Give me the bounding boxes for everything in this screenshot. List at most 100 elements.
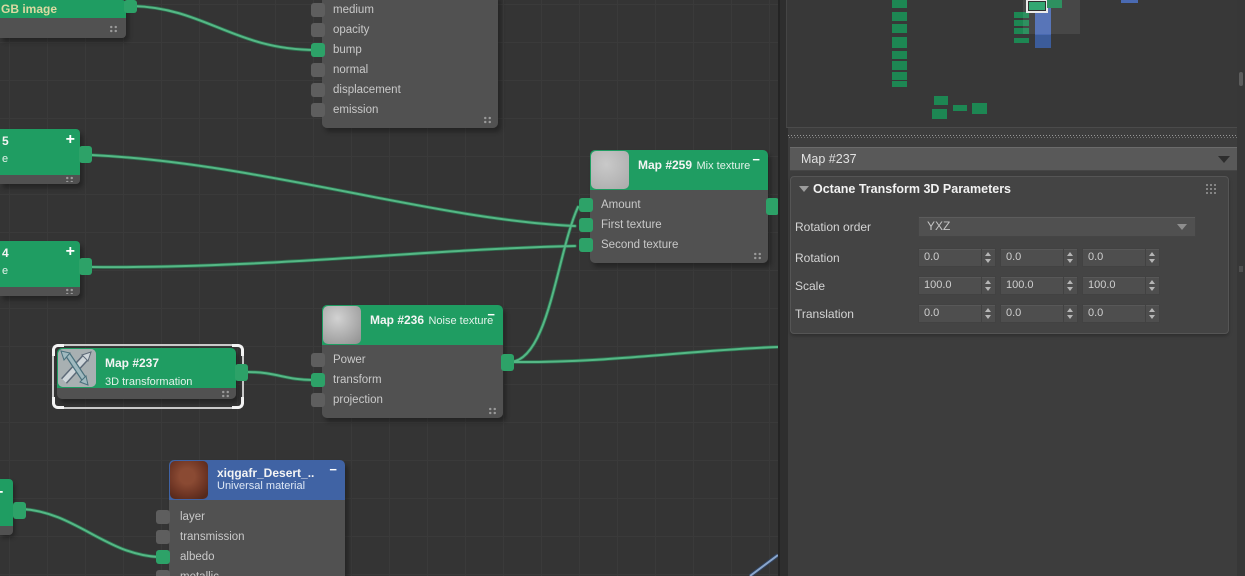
minimap-block-g	[953, 105, 967, 111]
spinner-arrows-icon[interactable]	[1063, 305, 1077, 322]
slot-row-emission: emission	[311, 100, 498, 120]
node-title: Map #237	[105, 356, 160, 370]
rotation-x-spinner[interactable]: 0.0	[918, 248, 996, 267]
node-title: xiqgafr_Desert_..	[217, 466, 315, 480]
output-socket[interactable]	[124, 0, 137, 13]
texture-preview-thumbnail[interactable]	[591, 151, 629, 189]
slot-row-second-texture: Second texture	[579, 235, 768, 255]
spinner-arrows-icon[interactable]	[981, 305, 995, 322]
input-socket-connected[interactable]	[311, 373, 325, 387]
translation-y-spinner[interactable]: 0.0	[1000, 304, 1078, 323]
node-material-outputs[interactable]: medium opacity bump normal displacement	[311, 0, 498, 128]
scale-z-spinner[interactable]: 100.0	[1082, 276, 1160, 295]
output-socket[interactable]	[235, 364, 248, 381]
slot-row-albedo: albedo	[156, 547, 345, 567]
input-socket-connected[interactable]	[579, 198, 593, 212]
slot-row-projection: projection	[311, 390, 503, 410]
minimap-block-b	[1121, 0, 1138, 3]
resize-grip-icon[interactable]	[109, 25, 118, 33]
node-texture-244[interactable]: 4 e +	[0, 241, 92, 296]
node-noise-texture[interactable]: Map #236 Noise texture − Power transform…	[311, 305, 514, 418]
node-header[interactable]: 5 e +	[0, 129, 80, 175]
input-socket[interactable]	[311, 63, 325, 77]
node-header[interactable]: xiqgafr_Desert_.. Universal material −	[169, 460, 345, 500]
scale-x-spinner[interactable]: 100.0	[918, 276, 996, 295]
texture-preview-thumbnail[interactable]	[323, 306, 361, 344]
output-socket[interactable]	[766, 198, 778, 215]
input-socket-connected[interactable]	[311, 43, 325, 57]
node-rgb-image-header[interactable]: GB image	[0, 0, 126, 18]
spinner-arrows-icon[interactable]	[1063, 277, 1077, 294]
resize-grip-icon[interactable]	[221, 390, 230, 398]
input-socket[interactable]	[156, 530, 170, 544]
node-subtitle: Universal material	[217, 480, 306, 492]
expand-icon[interactable]: +	[0, 484, 3, 502]
resize-grip-icon[interactable]	[65, 288, 74, 294]
rotation-order-dropdown[interactable]: YXZ	[918, 216, 1196, 237]
scrollbar-handle[interactable]	[1239, 72, 1243, 86]
resize-grip-icon[interactable]	[483, 116, 492, 124]
rollout-header[interactable]: Octane Transform 3D Parameters	[791, 177, 1228, 201]
output-socket[interactable]	[13, 502, 26, 519]
spinner-arrows-icon[interactable]	[981, 249, 995, 266]
input-socket-connected[interactable]	[579, 238, 593, 252]
drag-grip-icon[interactable]	[1205, 183, 1218, 194]
node-subtitle: Noise texture	[428, 315, 494, 327]
node-graph-viewport[interactable]: GB image medium opacity bump normal disp…	[0, 0, 778, 576]
slot-row-bump: bump	[311, 40, 498, 60]
output-socket[interactable]	[79, 146, 92, 163]
input-socket-connected[interactable]	[579, 218, 593, 232]
input-socket[interactable]	[156, 570, 170, 576]
panel-separator[interactable]	[788, 134, 1238, 139]
node-clipped-left[interactable]: +	[0, 479, 13, 535]
minimap-block-g	[892, 72, 907, 80]
collapse-icon[interactable]: −	[487, 307, 495, 322]
input-socket[interactable]	[311, 353, 325, 367]
input-socket[interactable]	[156, 510, 170, 524]
node-header[interactable]: Map #259 Mix texture −	[590, 150, 768, 190]
input-socket[interactable]	[311, 83, 325, 97]
spinner-arrows-icon[interactable]	[1145, 249, 1159, 266]
expand-icon[interactable]: +	[66, 131, 75, 149]
input-socket[interactable]	[311, 393, 325, 407]
node-universal-material[interactable]: xiqgafr_Desert_.. Universal material − l…	[156, 460, 345, 576]
input-socket[interactable]	[311, 3, 325, 17]
input-socket[interactable]	[311, 103, 325, 117]
input-socket-connected[interactable]	[156, 550, 170, 564]
expand-icon[interactable]: +	[66, 243, 75, 261]
output-socket[interactable]	[79, 258, 92, 275]
spinner-arrows-icon[interactable]	[981, 277, 995, 294]
minimap[interactable]	[786, 0, 1242, 128]
node-3d-transformation[interactable]: Map #237 3D transformation	[57, 348, 248, 399]
rotation-y-spinner[interactable]: 0.0	[1000, 248, 1078, 267]
material-preview-thumbnail[interactable]	[170, 461, 208, 499]
translation-x-spinner[interactable]: 0.0	[918, 304, 996, 323]
wire-sliver-to-albedo	[20, 507, 160, 559]
scale-y-spinner[interactable]: 100.0	[1000, 276, 1078, 295]
slot-label: layer	[180, 511, 205, 523]
collapse-icon[interactable]: −	[329, 462, 337, 477]
node-header[interactable]: +	[0, 479, 13, 526]
output-socket[interactable]	[501, 354, 514, 371]
node-texture-245[interactable]: 5 e +	[0, 129, 92, 184]
slot-row-metallic: metallic	[156, 567, 345, 576]
rollout-collapse-icon[interactable]	[799, 186, 809, 192]
input-socket[interactable]	[311, 23, 325, 37]
node-header[interactable]: 4 e +	[0, 241, 80, 287]
translation-z-spinner[interactable]: 0.0	[1082, 304, 1160, 323]
resize-grip-icon[interactable]	[488, 407, 497, 415]
spinner-arrows-icon[interactable]	[1145, 305, 1159, 322]
resize-grip-icon[interactable]	[65, 176, 74, 182]
node-mix-texture[interactable]: Map #259 Mix texture − Amount First text…	[579, 150, 778, 263]
spinner-arrows-icon[interactable]	[1063, 249, 1077, 266]
collapse-icon[interactable]: −	[752, 152, 760, 167]
spinner-arrows-icon[interactable]	[1145, 277, 1159, 294]
node-rgb-image[interactable]: GB image	[0, 0, 137, 38]
node-selector-dropdown[interactable]: Map #237	[790, 147, 1240, 171]
wire-tex5-to-first	[89, 153, 577, 228]
rotation-z-spinner[interactable]: 0.0	[1082, 248, 1160, 267]
panel-scrollbar[interactable]	[1237, 0, 1245, 576]
resize-grip-icon[interactable]	[753, 252, 762, 260]
node-header[interactable]: Map #236 Noise texture −	[322, 305, 503, 345]
node-header[interactable]: Map #237 3D transformation	[57, 348, 236, 388]
